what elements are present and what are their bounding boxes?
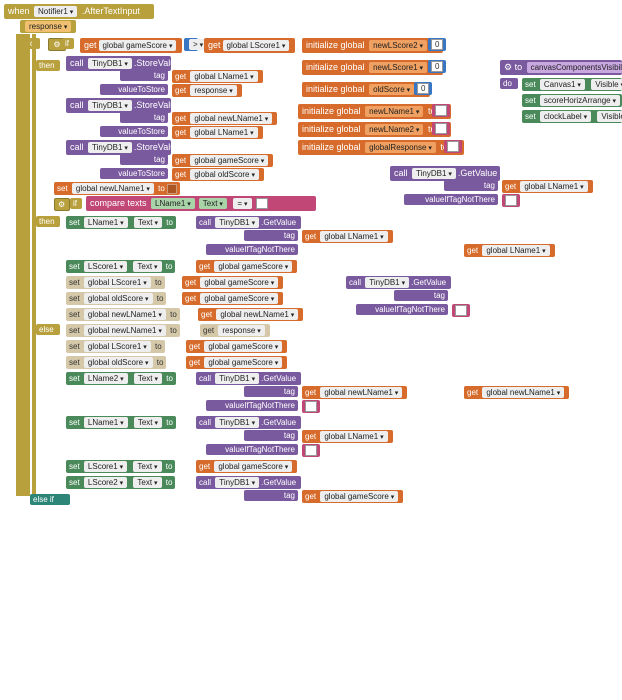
if-label: if [62,38,74,49]
get-newlname1-float[interactable]: get global newLName1 [464,386,569,399]
get-lname1-b[interactable]: get global LName1 [172,126,263,139]
else-set-0[interactable]: set global newLName1 to [66,324,180,337]
then2-label: then [36,216,60,227]
str-2[interactable] [432,122,450,135]
vis-row-0[interactable]: set Canvas1 Visible to get [522,78,622,91]
else-label: else [36,324,60,335]
gv1-get[interactable]: get global LName1 [502,180,593,193]
block-canvas[interactable]: when Notifier1 .AfterTextInput response … [0,0,622,700]
get-lname1-float[interactable]: get global LName1 [464,244,555,257]
set-lname1-text-b[interactable]: set LName1 Text to [66,416,176,429]
vts-2: valueToStore [100,126,168,137]
gva-get[interactable]: get global LName1 [302,230,393,243]
gv1-str[interactable] [502,194,520,207]
vis-row-2[interactable]: set clockLabel Visible to get [522,110,622,123]
get-gs-f[interactable]: get global gameScore [196,460,297,473]
else-get-1[interactable]: get global gameScore [186,340,287,353]
else-get-0[interactable]: get response [200,324,270,337]
get-gs-c[interactable]: get global gameScore [182,276,283,289]
vts-1: valueToStore [100,84,168,95]
gv-c[interactable]: call TinyDB1.GetValue [196,372,301,385]
when-header[interactable]: when Notifier1 .AfterTextInput [4,4,154,19]
gv-e[interactable]: call TinyDB1.GetValue [196,476,301,489]
call-store-3[interactable]: call TinyDB1.StoreValue [66,140,171,155]
init-newlname1[interactable]: initialize global newLName1 to [298,104,451,119]
gvb-str[interactable] [452,304,470,317]
tag-1: tag [120,70,168,81]
gvd-vnt: valueIfTagNotThere [206,444,298,455]
get-newl-e[interactable]: get global newLName1 [198,308,303,321]
gvb-vnt: valueIfTagNotThere [356,304,448,315]
set-lname1-text[interactable]: set LName1 Text to [66,216,176,229]
gva-tag: tag [244,230,298,241]
gvd-get[interactable]: get global LName1 [302,430,393,443]
else-set-2[interactable]: set global oldScore to [66,356,166,369]
get-newlname1-a[interactable]: get global newLName1 [172,112,277,125]
gv1-vnt: valueIfTagNotThere [404,194,498,205]
tag-2: tag [120,112,168,123]
inner-if-label: if [70,198,82,209]
get-gamescore-b[interactable]: get global gameScore [196,260,297,273]
spine-1 [16,34,30,496]
gva-vnt: valueIfTagNotThere [206,244,298,255]
set-oldscore-var[interactable]: set global oldScore to [66,292,166,305]
gvc-vnt: valueIfTagNotThere [206,400,298,411]
set-lscore1-text[interactable]: set LScore1 Text to [66,260,175,273]
gv-d[interactable]: call TinyDB1.GetValue [196,416,301,429]
gvc-str[interactable] [302,400,320,413]
get-gs-d[interactable]: get global gameScore [182,292,283,305]
vis-row-1[interactable]: set scoreHorizArrange Visible to get [522,94,622,107]
val-0a[interactable]: 0 [428,38,446,51]
gvd-str[interactable] [302,444,320,457]
compare-texts[interactable]: compare texts LName1Text = [86,196,316,211]
spine-2 [32,34,36,496]
gve-tag: tag [244,490,298,501]
call-store-1[interactable]: call TinyDB1.StoreValue [66,56,171,71]
gvc-tag: tag [244,386,298,397]
set-newlname1-var[interactable]: set global newLName1 to [66,308,180,321]
get-response-a[interactable]: get response [172,84,242,97]
set-lscore2-text[interactable]: set LScore2 Text to [66,476,175,489]
get-gamescore[interactable]: getglobal gameScore [80,38,182,53]
init-oldscore[interactable]: initialize global oldScore to [302,82,430,97]
tag-3: tag [120,154,168,165]
inner-if-gear[interactable]: ⚙ [54,198,70,211]
set-lname2-text[interactable]: set LName2 Text to [66,372,176,385]
init-newlname2[interactable]: initialize global newLName2 to [298,122,451,137]
gvd-tag: tag [244,430,298,441]
vts-3: valueToStore [100,168,168,179]
gvc-get[interactable]: get global newLName1 [302,386,407,399]
gvb-tag: tag [394,290,448,301]
init-newlscore1[interactable]: initialize global newLScore1 to [302,60,443,75]
val-0b[interactable]: 0 [428,60,446,73]
set-newlname1[interactable]: set global newLName1 to [54,182,180,195]
str-3[interactable] [444,140,462,153]
init-newlscore2[interactable]: initialize global newLScore2 to [302,38,443,53]
get-lname1-a[interactable]: get global LName1 [172,70,263,83]
get-lscore1[interactable]: getglobal LScore1 [204,38,295,53]
val-0c[interactable]: 0 [414,82,432,95]
gv1-tag: tag [444,180,498,191]
gve-get[interactable]: get global gameScore [302,490,403,503]
gv-b[interactable]: call TinyDB1.GetValue [346,276,451,289]
op-gt[interactable]: > [184,38,198,51]
proc-visibility[interactable]: ⚙ to canvasComponentsVisibility boolean [500,60,622,75]
gv-1[interactable]: call TinyDB1.GetValue [390,166,500,181]
get-gamescore-a[interactable]: get global gameScore [172,154,273,167]
else-get-2[interactable]: get global gameScore [186,356,287,369]
gv-a[interactable]: call TinyDB1.GetValue [196,216,301,229]
get-oldscore-a[interactable]: get global oldScore [172,168,264,181]
str-1[interactable] [432,104,450,117]
set-lscore1-text-b[interactable]: set LScore1 Text to [66,460,175,473]
call-store-2[interactable]: call TinyDB1.StoreValue [66,98,171,113]
init-globresponse[interactable]: initialize global globalResponse to [298,140,464,155]
else-set-1[interactable]: set global LScore1 to [66,340,165,353]
then-label: then [36,60,60,71]
vis-do: do [500,78,518,89]
set-lscore1-var[interactable]: set global LScore1 to [66,276,165,289]
response-var[interactable]: response [20,20,76,33]
